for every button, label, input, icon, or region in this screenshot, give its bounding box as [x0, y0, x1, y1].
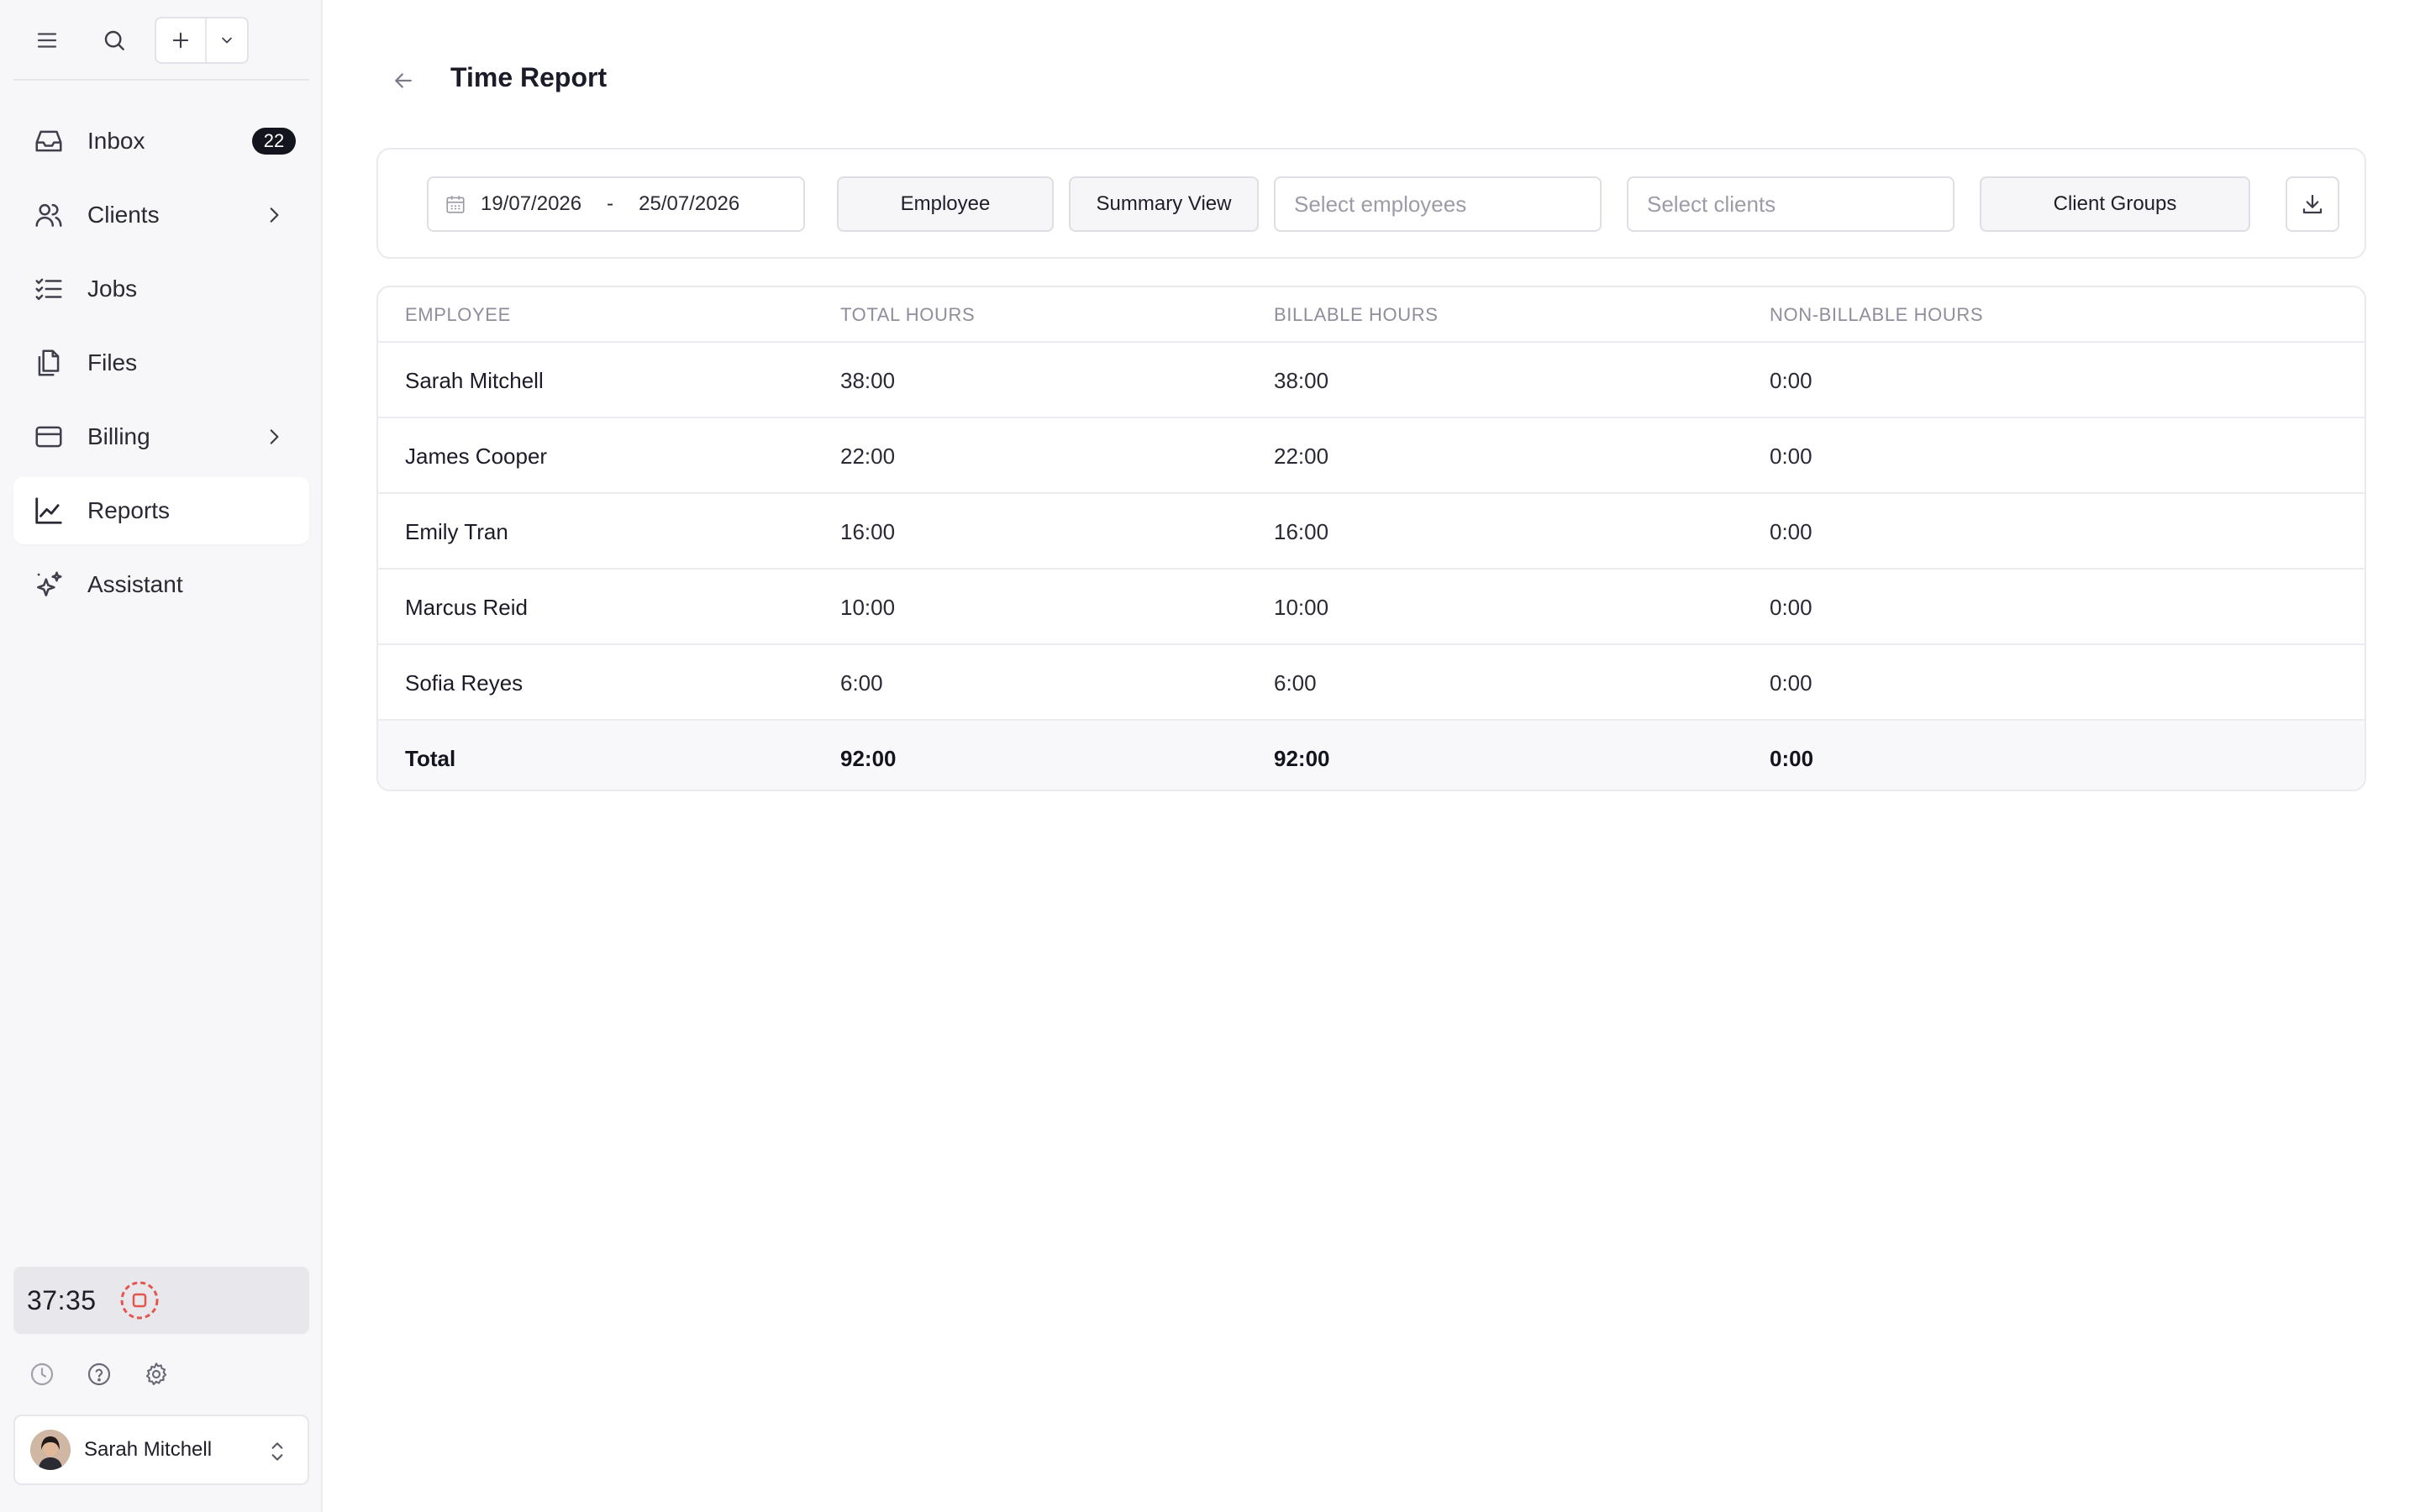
inbox-count-badge: 22 [252, 128, 296, 155]
sidebar-item-assistant[interactable]: Assistant [13, 551, 309, 618]
table-row[interactable]: Sarah Mitchell 38:00 38:00 0:00 [378, 343, 2365, 418]
user-switcher[interactable]: Sarah Mitchell [13, 1415, 309, 1485]
billable-hours-cell: 10:00 [1274, 595, 1329, 620]
sidebar-item-label: Jobs [87, 276, 138, 302]
table-row[interactable]: Marcus Reid 10:00 10:00 0:00 [378, 570, 2365, 645]
total-hours-cell: 16:00 [840, 519, 896, 544]
non-billable-hours-cell: 0:00 [1770, 368, 1812, 393]
date-end: 25/07/2026 [639, 192, 740, 215]
time-tracker: 37:35 [13, 1267, 309, 1334]
sidebar-item-label: Reports [87, 497, 171, 523]
app: Inbox 22 Clients Jobs Files Billing Repo… [0, 0, 2420, 1512]
chart-line-icon [32, 494, 66, 528]
employees-select[interactable]: Select employees [1274, 176, 1602, 232]
sidebar-item-label: Billing [87, 423, 150, 449]
clients-select[interactable]: Select clients [1627, 176, 1954, 232]
avatar [30, 1430, 71, 1470]
total-hours-cell: 6:00 [840, 670, 883, 696]
files-icon [32, 346, 66, 380]
employee-cell: James Cooper [405, 444, 548, 469]
back-arrow-icon[interactable] [387, 64, 420, 97]
filter-bar: 19/07/2026 - 25/07/2026 Employee Summary… [376, 148, 2366, 259]
non-billable-hours-sum-cell: 0:00 [1770, 746, 1814, 771]
sidebar-item-label: Assistant [87, 571, 183, 597]
chevron-right-icon [260, 423, 287, 450]
download-icon[interactable] [2286, 176, 2339, 232]
sidebar-item-label: Inbox [87, 128, 145, 154]
non-billable-hours-cell: 0:00 [1770, 519, 1812, 544]
billable-hours-cell: 22:00 [1274, 444, 1329, 469]
page-title: Time Report [450, 62, 608, 92]
date-range-picker[interactable]: 19/07/2026 - 25/07/2026 [427, 176, 805, 232]
employee-cell: Marcus Reid [405, 595, 528, 620]
billable-hours-cell: 38:00 [1274, 368, 1329, 393]
create-split-button [155, 17, 249, 64]
client-groups-button[interactable]: Client Groups [1980, 176, 2250, 232]
total-hours-cell: 10:00 [840, 595, 896, 620]
employee-cell: Sarah Mitchell [405, 368, 544, 393]
checklist-icon [32, 272, 66, 306]
date-separator: - [607, 192, 614, 215]
table-row[interactable]: Sofia Reyes 6:00 6:00 0:00 [378, 645, 2365, 721]
column-header-total-hours[interactable]: TOTAL HOURS [840, 304, 975, 326]
table-row[interactable]: Emily Tran 16:00 16:00 0:00 [378, 494, 2365, 570]
sidebar-topbar [13, 13, 309, 81]
inbox-icon [32, 124, 66, 158]
billable-hours-cell: 16:00 [1274, 519, 1329, 544]
total-hours-cell: 22:00 [840, 444, 896, 469]
menu-icon[interactable] [25, 18, 69, 62]
sidebar-nav: Inbox 22 Clients Jobs Files Billing Repo… [13, 108, 309, 625]
total-hours-cell: 38:00 [840, 368, 896, 393]
column-header-billable-hours[interactable]: BILLABLE HOURS [1274, 304, 1438, 326]
employee-cell: Emily Tran [405, 519, 508, 544]
non-billable-hours-cell: 0:00 [1770, 444, 1812, 469]
chevrons-up-down-icon [264, 1436, 291, 1467]
summary-view-button[interactable]: Summary View [1069, 176, 1259, 232]
sidebar: Inbox 22 Clients Jobs Files Billing Repo… [0, 0, 323, 1512]
date-start: 19/07/2026 [481, 192, 582, 215]
column-header-non-billable-hours[interactable]: NON-BILLABLE HOURS [1770, 304, 1983, 326]
help-icon[interactable] [82, 1357, 116, 1391]
sparkles-icon [32, 568, 66, 601]
column-header-employee[interactable]: EMPLOYEE [405, 304, 511, 326]
calendar-icon [444, 192, 467, 216]
table-row[interactable]: James Cooper 22:00 22:00 0:00 [378, 418, 2365, 494]
billable-hours-sum-cell: 92:00 [1274, 746, 1330, 771]
utility-icons [25, 1357, 173, 1391]
credit-card-icon [32, 420, 66, 454]
chevron-down-icon[interactable] [207, 18, 247, 62]
sidebar-item-clients[interactable]: Clients [13, 181, 309, 249]
stop-timer-icon[interactable] [118, 1279, 160, 1321]
users-icon [32, 198, 66, 232]
table-total-row: Total 92:00 92:00 0:00 [378, 721, 2365, 790]
plus-icon[interactable] [156, 18, 207, 62]
non-billable-hours-cell: 0:00 [1770, 670, 1812, 696]
gear-icon[interactable] [139, 1357, 173, 1391]
non-billable-hours-cell: 0:00 [1770, 595, 1812, 620]
sidebar-item-jobs[interactable]: Jobs [13, 255, 309, 323]
search-icon[interactable] [92, 18, 136, 62]
time-report-table: EMPLOYEE TOTAL HOURS BILLABLE HOURS NON-… [376, 286, 2366, 791]
total-label-cell: Total [405, 746, 456, 771]
total-hours-sum-cell: 92:00 [840, 746, 897, 771]
sidebar-item-label: Files [87, 349, 138, 375]
employee-cell: Sofia Reyes [405, 670, 523, 696]
sidebar-item-reports[interactable]: Reports [13, 477, 309, 544]
timer-value: 37:35 [27, 1284, 97, 1315]
user-name: Sarah Mitchell [84, 1438, 213, 1461]
table-header: EMPLOYEE TOTAL HOURS BILLABLE HOURS NON-… [378, 287, 2365, 343]
sidebar-item-label: Clients [87, 202, 160, 228]
sidebar-item-billing[interactable]: Billing [13, 403, 309, 470]
sidebar-item-files[interactable]: Files [13, 329, 309, 396]
chevron-right-icon [260, 202, 287, 228]
group-by-employee-button[interactable]: Employee [837, 176, 1054, 232]
sidebar-item-inbox[interactable]: Inbox 22 [13, 108, 309, 175]
clock-icon[interactable] [25, 1357, 59, 1391]
billable-hours-cell: 6:00 [1274, 670, 1317, 696]
